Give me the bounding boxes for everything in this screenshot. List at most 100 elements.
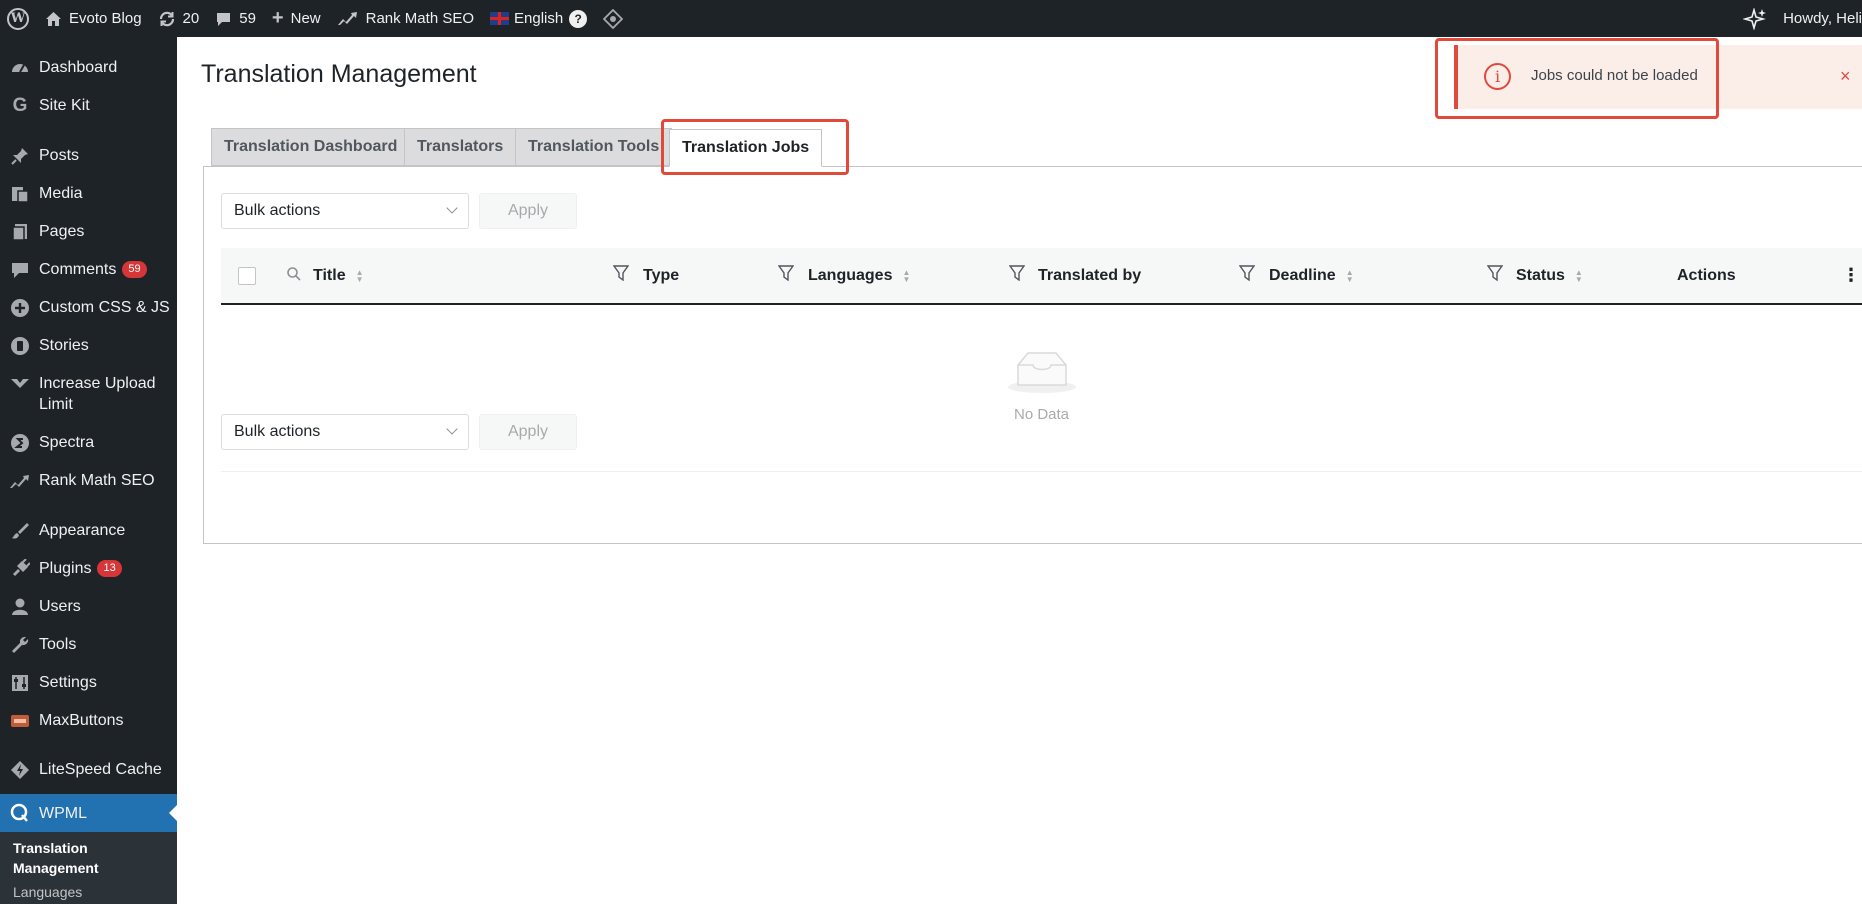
column-menu-icon[interactable]: ⋮ bbox=[1842, 248, 1860, 303]
sort-icon: ▲ ▼ bbox=[355, 267, 364, 284]
comments-link[interactable]: 59 bbox=[207, 0, 264, 37]
updates-link[interactable]: 20 bbox=[150, 0, 208, 37]
column-header-type[interactable]: Type bbox=[643, 248, 679, 303]
home-icon bbox=[46, 11, 61, 26]
tab-translators[interactable]: Translators bbox=[404, 128, 517, 166]
maxbuttons-icon bbox=[9, 710, 31, 732]
chevron-down-icon bbox=[446, 202, 458, 214]
column-header-title[interactable]: Title ▲ ▼ bbox=[313, 248, 364, 303]
new-content-link[interactable]: + New bbox=[264, 0, 329, 37]
litespeed-icon bbox=[9, 759, 31, 781]
sidebar-item-dashboard[interactable]: Dashboard bbox=[0, 57, 177, 79]
sidebar-item-plugins[interactable]: Plugins 13 bbox=[0, 558, 177, 580]
plugins-badge: 13 bbox=[97, 560, 122, 577]
user-icon bbox=[9, 596, 31, 618]
wpml-diamond-link[interactable] bbox=[595, 0, 631, 37]
diamond-icon bbox=[603, 8, 624, 29]
toast-highlight-box bbox=[1435, 38, 1719, 119]
sidebar-item-rank-math-seo[interactable]: Rank Math SEO bbox=[0, 470, 177, 492]
sort-icon: ▲ ▼ bbox=[1345, 267, 1354, 284]
apply-button-bottom[interactable]: Apply bbox=[479, 414, 577, 450]
rankmath-icon bbox=[337, 12, 357, 25]
rankmath-label: Rank Math SEO bbox=[365, 10, 475, 27]
sidebar-item-increase-upload-limit[interactable]: Increase Upload Limit bbox=[0, 373, 177, 415]
wordpress-logo-icon[interactable]: W bbox=[0, 0, 37, 37]
plus-circle-icon bbox=[9, 297, 31, 319]
new-label: New bbox=[290, 10, 321, 27]
divider bbox=[221, 471, 1862, 472]
bulk-actions-select-bottom[interactable]: Bulk actions bbox=[221, 414, 469, 450]
language-switcher[interactable]: English ? bbox=[482, 0, 595, 37]
dashboard-icon bbox=[9, 57, 31, 79]
refresh-icon bbox=[159, 11, 174, 26]
sidebar-item-comments[interactable]: Comments 59 bbox=[0, 259, 177, 281]
admin-sidebar: Dashboard G Site Kit Posts Media Pages C… bbox=[0, 37, 177, 904]
sort-icon: ▲ ▼ bbox=[902, 267, 911, 284]
submenu-languages[interactable]: Languages bbox=[13, 884, 82, 900]
sidebar-item-maxbuttons[interactable]: MaxButtons bbox=[0, 710, 177, 732]
no-data-text: No Data bbox=[1014, 406, 1070, 423]
sidebar-item-wpml[interactable]: WPML bbox=[0, 794, 177, 832]
column-header-actions: Actions bbox=[1677, 266, 1736, 284]
sort-icon: ▲ ▼ bbox=[1574, 267, 1583, 284]
tab-highlight-box bbox=[661, 119, 849, 175]
sidebar-item-litespeed-cache[interactable]: LiteSpeed Cache bbox=[0, 759, 177, 781]
stories-icon bbox=[9, 335, 31, 357]
column-header-status[interactable]: Status ▲ ▼ bbox=[1516, 248, 1583, 303]
google-icon: G bbox=[12, 95, 28, 116]
column-header-translated-by[interactable]: Translated by bbox=[1038, 248, 1141, 303]
comment-icon bbox=[217, 12, 231, 26]
submenu-translation-management[interactable]: Translation Management bbox=[13, 838, 163, 878]
empty-inbox-icon bbox=[1008, 352, 1076, 393]
help-icon[interactable]: ? bbox=[569, 9, 588, 28]
wpml-submenu: Translation Management Languages bbox=[0, 832, 177, 904]
comments-count: 59 bbox=[239, 10, 256, 27]
bulk-actions-select-top[interactable]: Bulk actions bbox=[221, 193, 469, 229]
sidebar-item-users[interactable]: Users bbox=[0, 596, 177, 618]
search-icon[interactable] bbox=[286, 266, 302, 287]
jobs-table-header: Title ▲ ▼ Type Languages ▲ ▼ Translated by… bbox=[221, 248, 1862, 305]
pages-icon bbox=[9, 221, 31, 243]
comment-icon bbox=[9, 259, 31, 281]
sidebar-item-appearance[interactable]: Appearance bbox=[0, 520, 177, 542]
settings-icon bbox=[9, 672, 31, 694]
sidebar-item-media[interactable]: Media bbox=[0, 183, 177, 205]
tab-translation-dashboard[interactable]: Translation Dashboard bbox=[211, 128, 411, 166]
plugin-icon bbox=[9, 558, 31, 580]
uk-flag-icon bbox=[490, 12, 510, 25]
apply-button-top[interactable]: Apply bbox=[479, 193, 577, 229]
sidebar-item-pages[interactable]: Pages bbox=[0, 221, 177, 243]
media-icon bbox=[9, 183, 31, 205]
sidebar-item-spectra[interactable]: Spectra bbox=[0, 432, 177, 454]
ai-sparkle-link[interactable] bbox=[1735, 0, 1775, 37]
sidebar-item-settings[interactable]: Settings bbox=[0, 672, 177, 694]
filter-icon[interactable] bbox=[612, 265, 630, 286]
filter-icon[interactable] bbox=[1238, 265, 1256, 286]
sidebar-item-posts[interactable]: Posts bbox=[0, 145, 177, 167]
filter-icon[interactable] bbox=[1008, 265, 1026, 286]
wpml-icon bbox=[9, 802, 31, 824]
sparkle-icon bbox=[1743, 7, 1767, 30]
close-icon[interactable]: × bbox=[1840, 66, 1851, 87]
filter-icon[interactable] bbox=[777, 265, 795, 286]
upload-icon bbox=[9, 373, 31, 395]
sidebar-item-site-kit[interactable]: G Site Kit bbox=[0, 95, 177, 117]
column-header-deadline[interactable]: Deadline ▲ ▼ bbox=[1269, 248, 1354, 303]
pin-icon bbox=[9, 145, 31, 167]
howdy-text: Howdy, Heli bbox=[1783, 10, 1862, 27]
column-header-languages[interactable]: Languages ▲ ▼ bbox=[808, 248, 910, 303]
site-name: Evoto Blog bbox=[69, 10, 142, 27]
sidebar-item-custom-css-js[interactable]: Custom CSS & JS bbox=[0, 297, 177, 319]
rankmath-link[interactable]: Rank Math SEO bbox=[329, 0, 482, 37]
page-title: Translation Management bbox=[201, 60, 477, 88]
filter-icon[interactable] bbox=[1486, 265, 1504, 286]
language-label: English bbox=[514, 10, 564, 27]
account-menu[interactable]: Howdy, Heli bbox=[1775, 0, 1862, 37]
admin-bar: W Evoto Blog 20 59 + New Rank Math SEO E… bbox=[0, 0, 1862, 37]
sidebar-item-stories[interactable]: Stories bbox=[0, 335, 177, 357]
comments-badge: 59 bbox=[122, 261, 147, 278]
site-name-link[interactable]: Evoto Blog bbox=[37, 0, 150, 37]
sidebar-item-tools[interactable]: Tools bbox=[0, 634, 177, 656]
tab-translation-tools[interactable]: Translation Tools bbox=[515, 128, 673, 166]
select-all-checkbox[interactable] bbox=[238, 267, 256, 285]
